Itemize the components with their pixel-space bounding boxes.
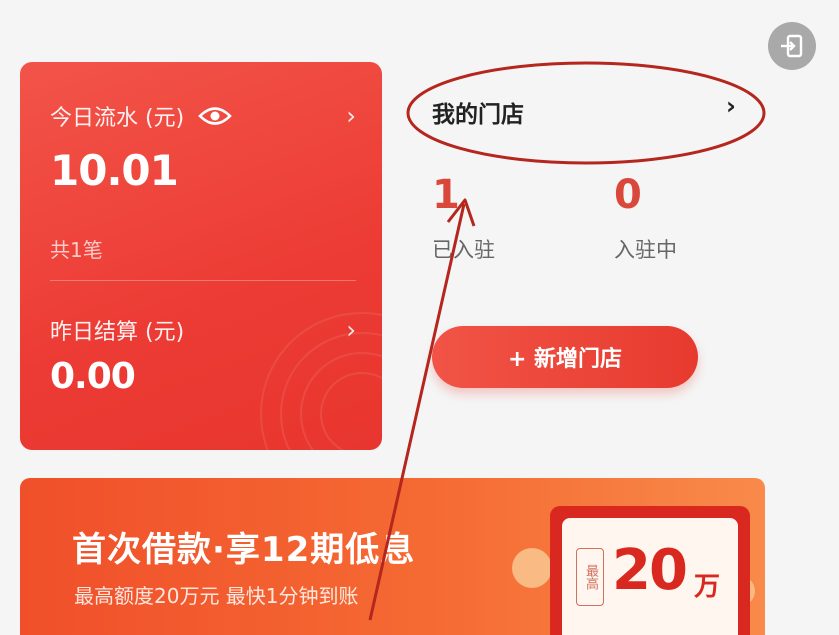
loan-subtitle: 最高额度20万元 最快1分钟到账: [74, 584, 359, 608]
card-divider: [50, 280, 356, 281]
settled-store-label: 已入驻: [432, 238, 495, 262]
transaction-count: 共1笔: [50, 238, 103, 262]
loan-title: 首次借款·享12期低息: [72, 530, 416, 570]
pending-store-count: 0: [614, 172, 642, 218]
loan-amount-badge: 最高: [576, 548, 604, 606]
yesterday-settlement-label: 昨日结算 (元): [50, 320, 185, 345]
today-revenue-row[interactable]: 今日流水 (元) ›: [50, 100, 356, 132]
exit-icon: [781, 34, 803, 58]
decoration-coin: [512, 548, 552, 588]
chevron-right-icon: ›: [346, 102, 356, 130]
add-store-button[interactable]: + 新增门店: [432, 326, 698, 388]
yesterday-settlement-row[interactable]: 昨日结算 (元) ›: [50, 314, 356, 346]
my-store-panel: 我的门店 › 1 已入驻 0 入驻中 + 新增门店: [400, 62, 760, 450]
eye-icon[interactable]: [198, 105, 233, 127]
pending-store-label: 入驻中: [614, 238, 677, 262]
yesterday-settlement-value: 0.00: [50, 356, 136, 397]
revenue-card: 今日流水 (元) › 10.01 共1笔 昨日结算 (元) › 0.00: [20, 62, 382, 450]
chevron-right-icon[interactable]: ›: [726, 92, 736, 120]
loan-amount-value: 20: [612, 538, 688, 603]
loan-amount-card: 最高 20 万: [550, 506, 750, 635]
loan-banner[interactable]: 首次借款·享12期低息 最高额度20万元 最快1分钟到账 最高 20 万: [20, 478, 765, 635]
loan-amount-unit: 万: [694, 572, 721, 602]
today-revenue-label: 今日流水 (元): [50, 106, 185, 131]
exit-button[interactable]: [768, 22, 816, 70]
today-revenue-value: 10.01: [50, 146, 179, 195]
settled-store-count: 1: [432, 172, 460, 218]
my-store-title[interactable]: 我的门店: [432, 95, 524, 129]
chevron-right-icon: ›: [346, 316, 356, 344]
